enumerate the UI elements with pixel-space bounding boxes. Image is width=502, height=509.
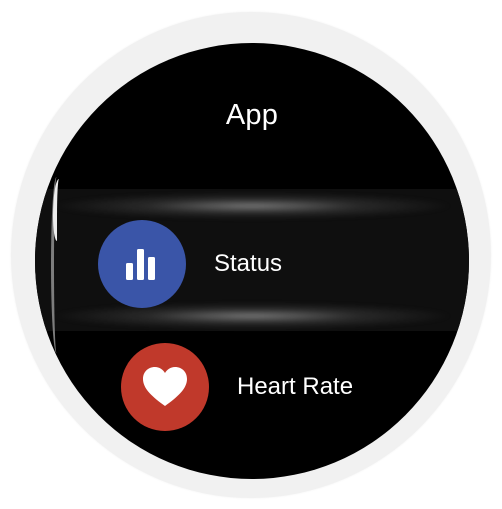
list-item-status[interactable]: Status [98, 220, 282, 308]
watch-screen: App Status Heart Rate [35, 43, 469, 479]
highlight-glow-top [55, 193, 449, 219]
list-item-label-heart-rate: Heart Rate [237, 373, 354, 400]
heart-rate-icon-circle [121, 343, 209, 431]
page-title: App [225, 99, 279, 131]
list-item-heart-rate[interactable]: Heart Rate [121, 343, 353, 431]
list-item-label-status: Status [214, 250, 283, 277]
bar-chart-icon [126, 249, 155, 280]
status-icon-circle [98, 220, 186, 308]
scrollbar-thumb[interactable] [53, 179, 63, 241]
watch-stage: App Status Heart Rate [0, 0, 502, 509]
heart-icon [143, 367, 187, 406]
